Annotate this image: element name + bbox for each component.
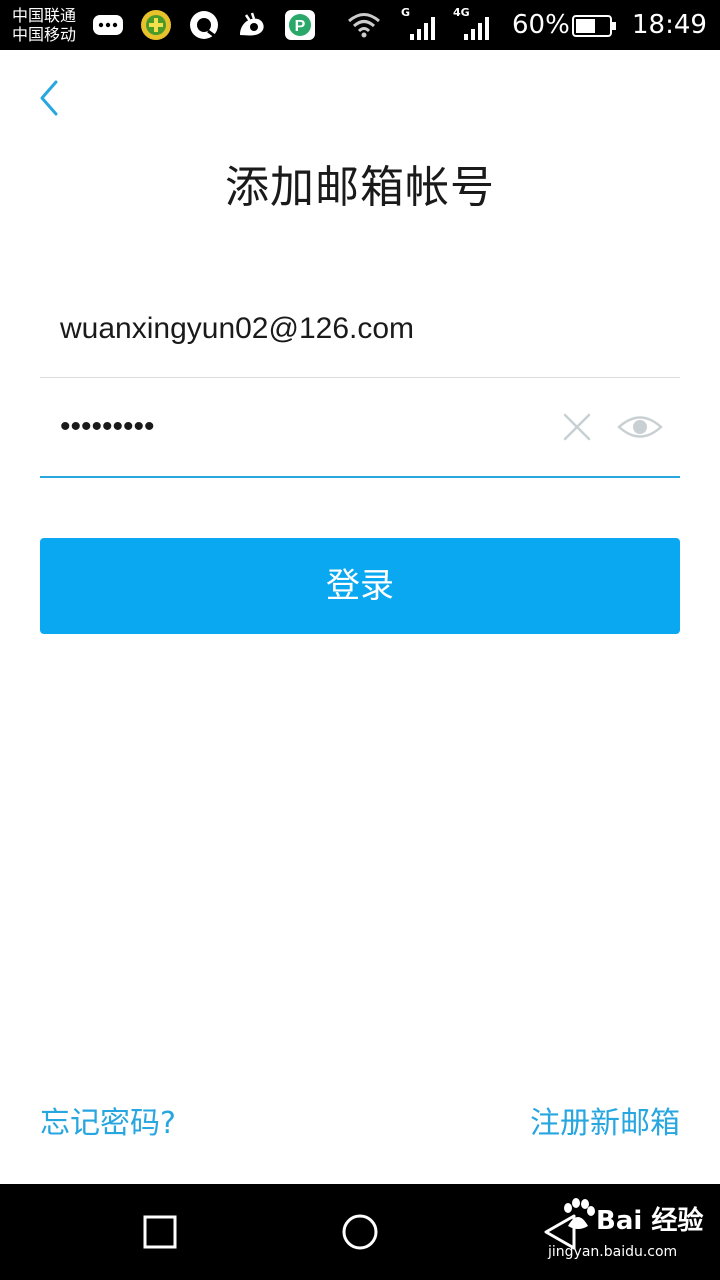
email-field — [40, 296, 680, 378]
paw-logo-icon — [564, 1198, 595, 1229]
close-icon[interactable] — [560, 410, 594, 444]
chevron-left-icon — [40, 80, 58, 116]
forgot-password-link[interactable]: 忘记密码? — [40, 1104, 176, 1144]
carrier-name-1: 中国联通 — [12, 6, 77, 25]
register-link[interactable]: 注册新邮箱 — [530, 1104, 680, 1144]
carrier-name-2: 中国移动 — [12, 25, 77, 44]
signal-strength-icon — [464, 17, 489, 40]
password-input[interactable]: ••••••••• — [60, 404, 155, 450]
watermark-brand: Bai 经验 — [596, 1206, 704, 1236]
signal-strength-icon — [410, 17, 435, 40]
battery-icon — [572, 15, 616, 37]
uc-browser-icon — [240, 12, 264, 36]
page-title: 添加邮箱帐号 — [225, 162, 495, 213]
square-icon[interactable] — [142, 1214, 178, 1250]
eye-icon[interactable] — [616, 408, 664, 446]
battery-percent: 60% — [512, 10, 570, 40]
game-icon — [141, 10, 171, 40]
svg-text:P: P — [295, 18, 306, 35]
password-field: ••••••••• — [40, 378, 680, 478]
carrier-info: 中国联通 中国移动 — [12, 6, 76, 44]
watermark-url: jingyan.baidu.com — [548, 1244, 678, 1260]
parking-app-icon: P — [285, 10, 315, 40]
circle-icon[interactable] — [340, 1212, 380, 1252]
status-bar: 中国联通 中国移动 P G 4G 60% 18:49 — [0, 0, 720, 50]
qq-browser-icon — [190, 11, 218, 39]
back-button[interactable] — [30, 78, 70, 118]
clock: 18:49 — [632, 10, 707, 40]
login-button[interactable]: 登录 — [40, 538, 680, 634]
email-input[interactable] — [60, 306, 660, 352]
message-icon — [93, 15, 123, 35]
wifi-icon — [348, 13, 380, 38]
